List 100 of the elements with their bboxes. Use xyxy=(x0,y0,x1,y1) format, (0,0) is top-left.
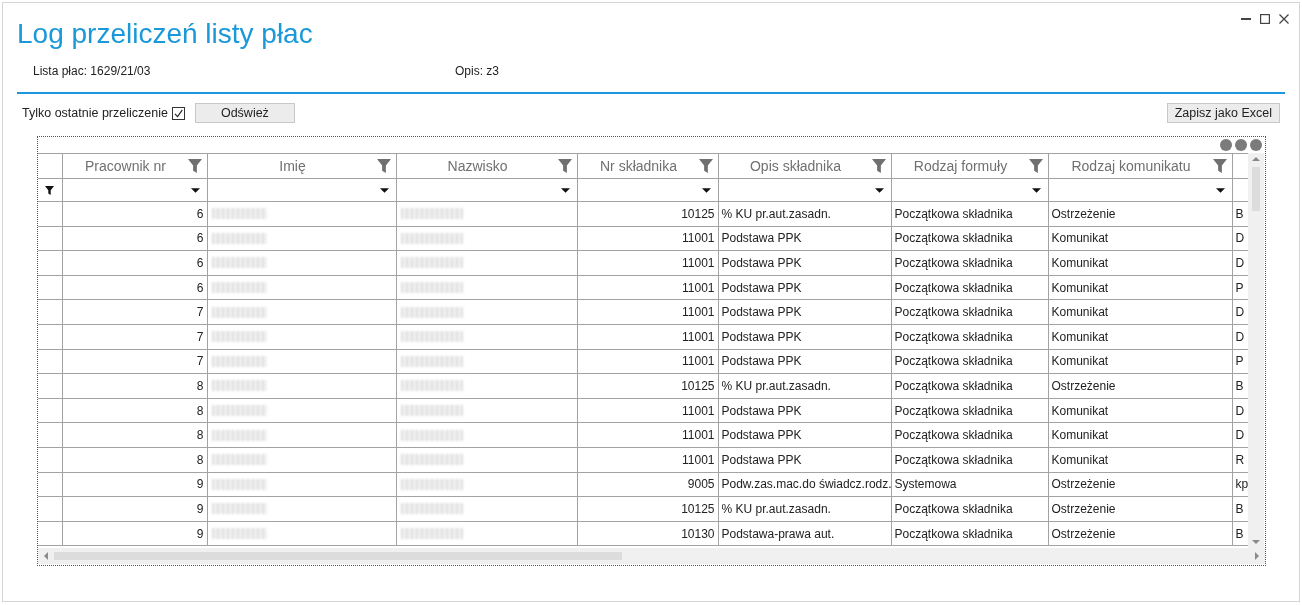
column-header[interactable]: Opis składnika xyxy=(718,153,891,179)
table-cell: Podstawa PPK xyxy=(718,275,891,300)
filter-dropdown[interactable] xyxy=(396,178,577,202)
blurred-text-drawing xyxy=(211,282,267,294)
scroll-left-icon[interactable] xyxy=(44,552,48,560)
caret-icon xyxy=(560,188,570,194)
table-cell: Komunikat xyxy=(1048,398,1232,423)
blurred-text-drawing xyxy=(400,257,463,269)
column-header[interactable]: Rodzaj komunikatu xyxy=(1048,153,1232,179)
table-cell: Podstawa PPK xyxy=(718,299,891,325)
table-cell: Podstawa PPK xyxy=(718,447,891,473)
table-cell: Początkowa składnika xyxy=(891,275,1048,300)
column-header[interactable]: Nr składnika xyxy=(577,153,718,179)
refresh-button[interactable]: Odśwież xyxy=(194,103,295,123)
table-cell: Początkowa składnika xyxy=(891,299,1048,325)
blurred-text-drawing xyxy=(211,380,267,392)
blurred-text-drawing xyxy=(400,355,463,367)
table-cell: 10130 xyxy=(577,521,718,546)
circle-icon[interactable] xyxy=(1220,139,1232,151)
table-cell: Początkowa składnika xyxy=(891,496,1048,522)
table-cell: Ostrzeżenie xyxy=(1048,373,1232,399)
filter-dropdown[interactable] xyxy=(62,178,207,202)
table-cell: Komunikat xyxy=(1048,299,1232,325)
blurred-text-drawing xyxy=(400,528,463,539)
vertical-scrollbar[interactable] xyxy=(1248,153,1264,548)
table-cell: 11001 xyxy=(577,447,718,473)
column-header[interactable]: Pracownik nr xyxy=(62,153,207,179)
table-cell: Początkowa składnika xyxy=(891,373,1048,399)
caret-icon xyxy=(701,188,711,194)
filter-dropdown[interactable] xyxy=(1048,178,1232,202)
blurred-text-drawing xyxy=(400,331,463,343)
table-cell: 10125 xyxy=(577,496,718,522)
table-cell: 6 xyxy=(62,275,207,300)
filter-dropdown[interactable] xyxy=(207,178,396,202)
filter-icon[interactable] xyxy=(45,186,55,196)
table-cell: Komunikat xyxy=(1048,226,1232,251)
scroll-up-icon[interactable] xyxy=(1252,157,1260,161)
blurred-text-drawing xyxy=(211,331,267,343)
scroll-down-icon[interactable] xyxy=(1252,540,1260,544)
table-cell: 10125 xyxy=(577,201,718,227)
window-title: Log przeliczeń listy płac xyxy=(17,18,314,50)
blurred-text-drawing xyxy=(211,405,267,417)
close-icon[interactable] xyxy=(1279,14,1289,24)
blurred-text-drawing xyxy=(211,232,267,244)
table-cell: Początkowa składnika xyxy=(891,226,1048,251)
table-cell: Podstawa PPK xyxy=(718,250,891,276)
column-header[interactable]: Imię xyxy=(207,153,396,179)
table-cell: 11001 xyxy=(577,226,718,251)
table-cell: Komunikat xyxy=(1048,422,1232,448)
column-header[interactable]: Nazwisko xyxy=(396,153,577,179)
circle-icon[interactable] xyxy=(1235,139,1247,151)
table-cell: Początkowa składnika xyxy=(891,422,1048,448)
table-cell: Podstawa PPK xyxy=(718,324,891,350)
table-cell: 6 xyxy=(62,226,207,251)
table-cell: 8 xyxy=(62,447,207,473)
filter-dropdown[interactable] xyxy=(577,178,718,202)
filter-dropdown[interactable] xyxy=(718,178,891,202)
blurred-text-drawing xyxy=(400,208,463,220)
blurred-text-drawing xyxy=(211,355,267,367)
blurred-text-drawing xyxy=(211,454,267,466)
table-cell: Systemowa xyxy=(891,472,1048,497)
column-header[interactable]: Rodzaj formuły xyxy=(891,153,1048,179)
table-cell: 9 xyxy=(62,521,207,546)
caret-icon xyxy=(379,188,389,194)
table-cell: 11001 xyxy=(577,398,718,423)
scroll-right-icon[interactable] xyxy=(1255,552,1259,560)
table-cell: Podstawa-prawa aut. xyxy=(718,521,891,546)
blurred-text-drawing xyxy=(211,257,267,269)
table-cell: % KU pr.aut.zasadn. xyxy=(718,373,891,399)
blurred-text-drawing xyxy=(211,478,267,490)
table-cell: Podstawa PPK xyxy=(718,349,891,374)
caret-icon xyxy=(190,188,200,194)
blurred-text-drawing xyxy=(211,503,267,515)
caret-icon xyxy=(1215,188,1225,194)
table-cell: 11001 xyxy=(577,349,718,374)
circle-icon[interactable] xyxy=(1250,139,1262,151)
maximize-icon[interactable] xyxy=(1260,14,1270,24)
table-cell: Komunikat xyxy=(1048,250,1232,276)
export-button[interactable]: Zapisz jako Excel xyxy=(1166,103,1280,123)
filter-dropdown[interactable] xyxy=(891,178,1048,202)
blurred-text-drawing xyxy=(400,282,463,294)
blurred-text-drawing xyxy=(400,232,463,244)
blurred-text-drawing xyxy=(400,503,463,515)
checkbox[interactable] xyxy=(171,106,185,120)
horizontal-scrollbar[interactable] xyxy=(38,548,1265,564)
table-cell: 10125 xyxy=(577,373,718,399)
info-label: Lista płac: 1629/21/03 xyxy=(33,63,152,79)
table-cell: Ostrzeżenie xyxy=(1048,472,1232,497)
checkmark-icon xyxy=(173,108,183,118)
table-cell: 11001 xyxy=(577,299,718,325)
table-cell: 9 xyxy=(62,496,207,522)
table-cell: Podstawa PPK xyxy=(718,226,891,251)
table-cell: Podstawa PPK xyxy=(718,422,891,448)
table-cell: Początkowa składnika xyxy=(891,349,1048,374)
blurred-text-drawing xyxy=(400,306,463,318)
table-cell: Komunikat xyxy=(1048,324,1232,350)
table-cell: Podw.zas.mac.do świadcz.rodz. xyxy=(718,472,891,497)
table-cell: 9 xyxy=(62,472,207,497)
caret-icon xyxy=(1031,188,1041,194)
blurred-text-drawing xyxy=(400,478,463,490)
